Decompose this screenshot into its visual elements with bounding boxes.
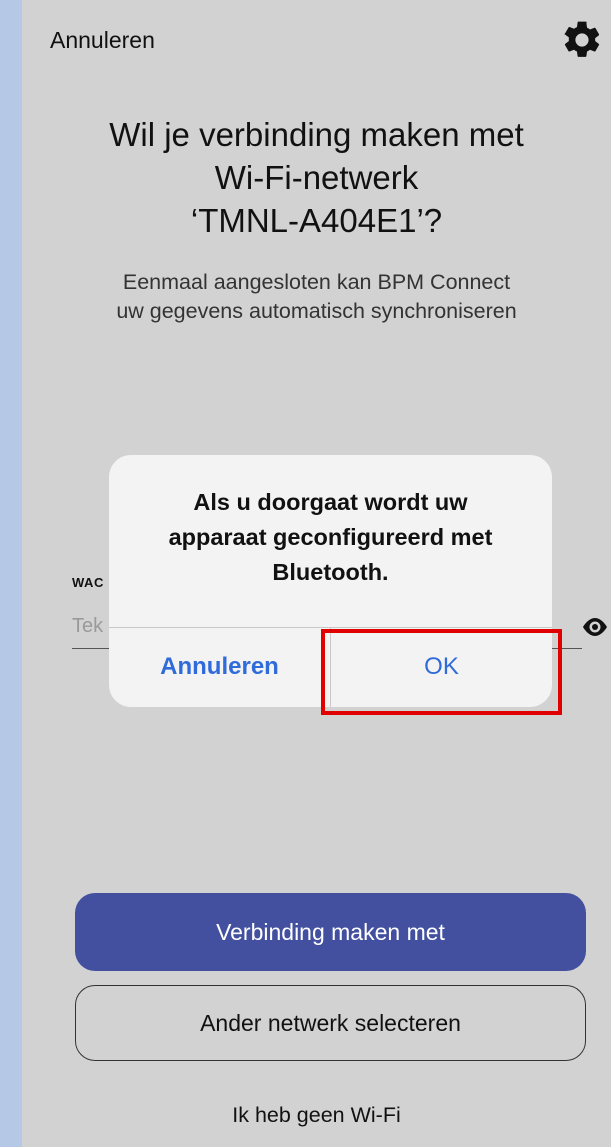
dialog-message: Als u doorgaat wordt uw apparaat geconfi… bbox=[129, 485, 532, 590]
gear-icon[interactable] bbox=[560, 18, 604, 62]
password-field-label: WAC bbox=[72, 575, 104, 590]
dialog-message-line: Als u doorgaat wordt uw bbox=[193, 489, 468, 515]
select-other-network-button[interactable]: Ander netwerk selecteren bbox=[75, 985, 586, 1061]
dialog-message-line: Bluetooth. bbox=[272, 559, 389, 585]
dialog-message-line: apparaat geconfigureerd met bbox=[168, 524, 493, 550]
title-line: Wi-Fi-netwerk bbox=[214, 159, 419, 196]
bluetooth-confirm-dialog: Als u doorgaat wordt uw apparaat geconfi… bbox=[109, 455, 552, 707]
dialog-cancel-button[interactable]: Annuleren bbox=[109, 627, 330, 707]
connect-button[interactable]: Verbinding maken met bbox=[75, 893, 586, 971]
cancel-link[interactable]: Annuleren bbox=[50, 27, 155, 54]
subtitle-line: Eenmaal aangesloten kan BPM Connect bbox=[122, 270, 511, 294]
page-title: Wil je verbinding maken met Wi-Fi-netwer… bbox=[22, 113, 611, 242]
subtitle-line: uw gegevens automatisch synchroniseren bbox=[116, 299, 517, 323]
eye-icon[interactable] bbox=[580, 616, 610, 638]
password-input[interactable]: Tek bbox=[72, 615, 112, 638]
network-name-title: ‘TMNL-A404E1’? bbox=[190, 202, 443, 239]
wifi-connect-screen: Annuleren Wil je verbinding maken met Wi… bbox=[22, 0, 611, 1147]
page-subtitle: Eenmaal aangesloten kan BPM Connect uw g… bbox=[22, 268, 611, 326]
dialog-ok-button[interactable]: OK bbox=[331, 627, 552, 707]
title-line: Wil je verbinding maken met bbox=[109, 116, 524, 153]
no-wifi-link[interactable]: Ik heb geen Wi-Fi bbox=[22, 1103, 611, 1128]
